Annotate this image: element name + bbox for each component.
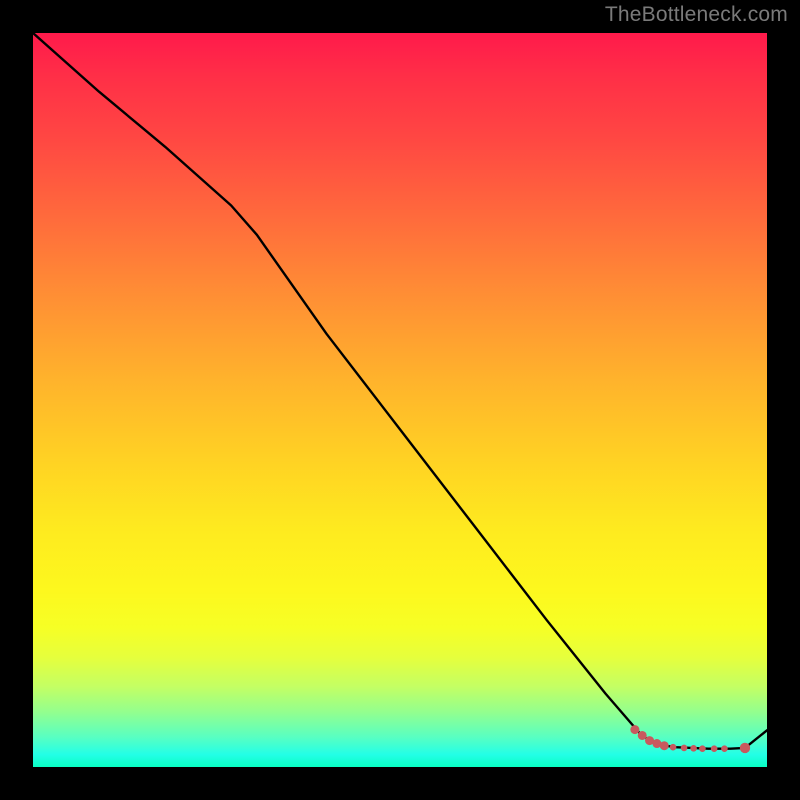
marker-dot	[660, 741, 669, 750]
chart-svg	[33, 33, 767, 767]
marker-dot	[699, 745, 706, 752]
marker-dot	[721, 745, 728, 752]
marker-dot	[690, 745, 697, 752]
marker-dot	[681, 745, 688, 752]
chart-frame: TheBottleneck.com	[0, 0, 800, 800]
marker-dot	[638, 731, 647, 740]
curve-path	[33, 33, 767, 749]
watermark-text: TheBottleneck.com	[605, 3, 788, 27]
marker-dot	[711, 745, 718, 752]
marker-dot	[630, 725, 639, 734]
plot-area	[33, 33, 767, 767]
marker-dot	[740, 743, 750, 753]
marker-dot	[670, 744, 677, 751]
